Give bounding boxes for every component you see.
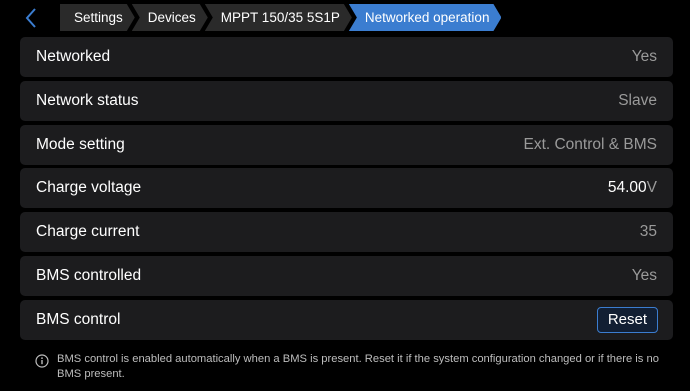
setting-label: Charge current xyxy=(36,223,140,241)
setting-label: Networked xyxy=(36,48,111,65)
reset-button[interactable]: Reset xyxy=(596,306,658,333)
setting-value: 35 xyxy=(639,223,657,241)
setting-value: Yes xyxy=(631,266,657,284)
setting-row-mode-setting[interactable]: Mode setting Ext. Control & BMS xyxy=(20,124,673,165)
info-icon xyxy=(35,354,49,368)
setting-label: BMS control xyxy=(36,310,121,328)
setting-row-charge-current[interactable]: Charge current 35 xyxy=(20,212,673,253)
breadcrumb-device[interactable]: MPPT 150/35 5S1P xyxy=(205,4,352,31)
settings-list: Networked Yes Network status Slave Mode … xyxy=(20,37,673,344)
voltage-number: 54.00 xyxy=(607,179,647,197)
breadcrumb-devices[interactable]: Devices xyxy=(132,4,208,31)
charge-voltage-value[interactable]: 54.00V xyxy=(608,179,657,197)
setting-label: BMS controlled xyxy=(36,266,142,284)
setting-value: Slave xyxy=(618,91,657,109)
breadcrumb: Settings Devices MPPT 150/35 5S1P Networ… xyxy=(60,4,498,31)
header-bar: Settings Devices MPPT 150/35 5S1P Networ… xyxy=(0,0,690,36)
setting-row-bms-control: BMS control Reset xyxy=(20,299,673,340)
setting-label: Mode setting xyxy=(36,135,125,153)
breadcrumb-settings[interactable]: Settings xyxy=(60,4,135,31)
chevron-left-icon xyxy=(25,8,36,28)
setting-label: Network status xyxy=(36,91,139,109)
setting-row-network-status[interactable]: Network status Slave xyxy=(20,80,673,121)
breadcrumb-networked-operation[interactable]: Networked operation xyxy=(349,4,502,31)
info-note-text: BMS control is enabled automatically whe… xyxy=(57,353,659,380)
setting-row-charge-voltage[interactable]: Charge voltage 54.00V xyxy=(20,168,673,209)
info-note: BMS control is enabled automatically whe… xyxy=(35,352,665,382)
setting-value: Yes xyxy=(631,48,657,65)
voltage-unit: V xyxy=(646,179,657,197)
back-button[interactable] xyxy=(14,4,48,32)
setting-row-networked[interactable]: Networked Yes xyxy=(20,37,673,77)
setting-value: Ext. Control & BMS xyxy=(523,135,657,153)
setting-label: Charge voltage xyxy=(36,179,142,197)
setting-row-bms-controlled[interactable]: BMS controlled Yes xyxy=(20,255,673,296)
